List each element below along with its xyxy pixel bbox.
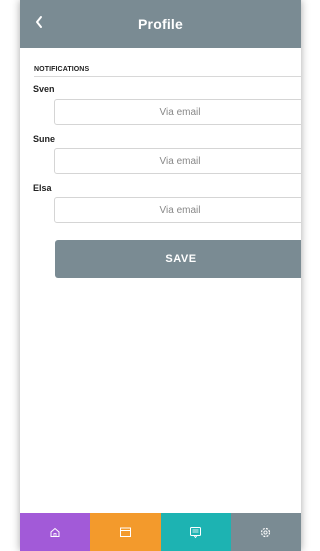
bottom-tab-bar bbox=[20, 513, 301, 551]
notification-select-elsa[interactable]: Via email bbox=[54, 197, 301, 223]
notification-select-sune[interactable]: Via email bbox=[54, 148, 301, 174]
divider bbox=[34, 76, 301, 77]
tab-calendar[interactable] bbox=[90, 513, 161, 551]
message-icon bbox=[189, 526, 202, 539]
person-name-elsa: Elsa bbox=[33, 183, 52, 193]
person-name-sune: Sune bbox=[33, 134, 56, 144]
tab-messages[interactable] bbox=[160, 513, 231, 551]
page-title: Profile bbox=[138, 16, 183, 32]
person-name-sven: Sven bbox=[33, 84, 55, 94]
top-bar: Profile bbox=[20, 0, 301, 48]
notification-select-sven[interactable]: Via email bbox=[54, 99, 301, 125]
home-icon bbox=[49, 526, 61, 538]
save-button[interactable]: SAVE bbox=[55, 240, 301, 278]
settings-gear-icon bbox=[259, 526, 272, 539]
calendar-icon bbox=[119, 526, 132, 538]
tab-settings[interactable] bbox=[230, 513, 301, 551]
notifications-heading: NOTIFICATIONS bbox=[34, 66, 90, 73]
profile-screen: Profile NOTIFICATIONS Sven Via email Sun… bbox=[20, 0, 301, 551]
tab-home[interactable] bbox=[20, 513, 91, 551]
